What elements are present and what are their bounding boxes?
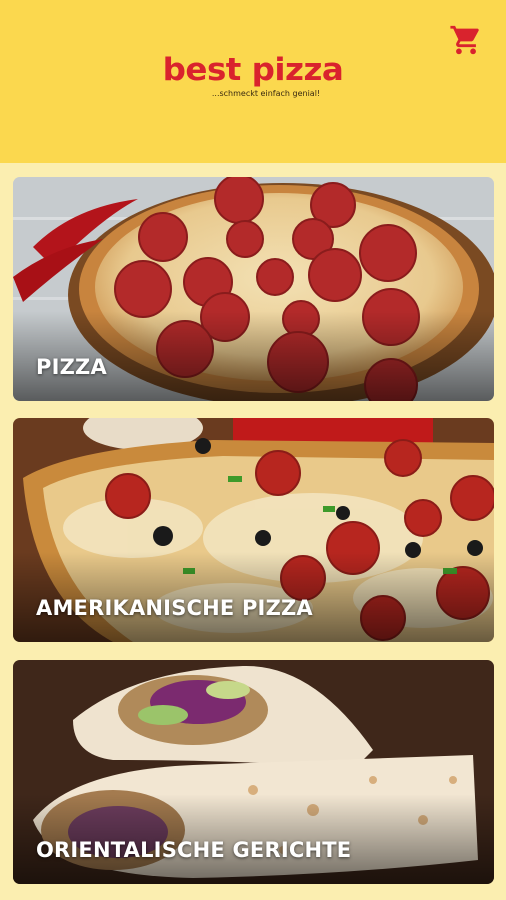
category-card-pizza[interactable]: PIZZA <box>13 177 494 401</box>
category-label: ORIENTALISCHE GERICHTE <box>36 838 352 862</box>
category-card-oriental-dishes[interactable]: ORIENTALISCHE GERICHTE <box>13 660 494 884</box>
brand-tagline: ...schmeckt einfach genial! <box>211 89 321 98</box>
brand-name: best pizza <box>162 52 344 88</box>
category-card-american-pizza[interactable]: AMERIKANISCHE PIZZA <box>13 418 494 642</box>
app-header: best pizza ...schmeckt einfach genial! <box>0 0 506 163</box>
category-label: AMERIKANISCHE PIZZA <box>36 596 313 620</box>
category-label: PIZZA <box>36 355 107 379</box>
brand-logo: best pizza ...schmeckt einfach genial! <box>0 52 506 99</box>
shopping-cart-icon <box>450 25 479 55</box>
cart-button[interactable] <box>448 22 484 58</box>
